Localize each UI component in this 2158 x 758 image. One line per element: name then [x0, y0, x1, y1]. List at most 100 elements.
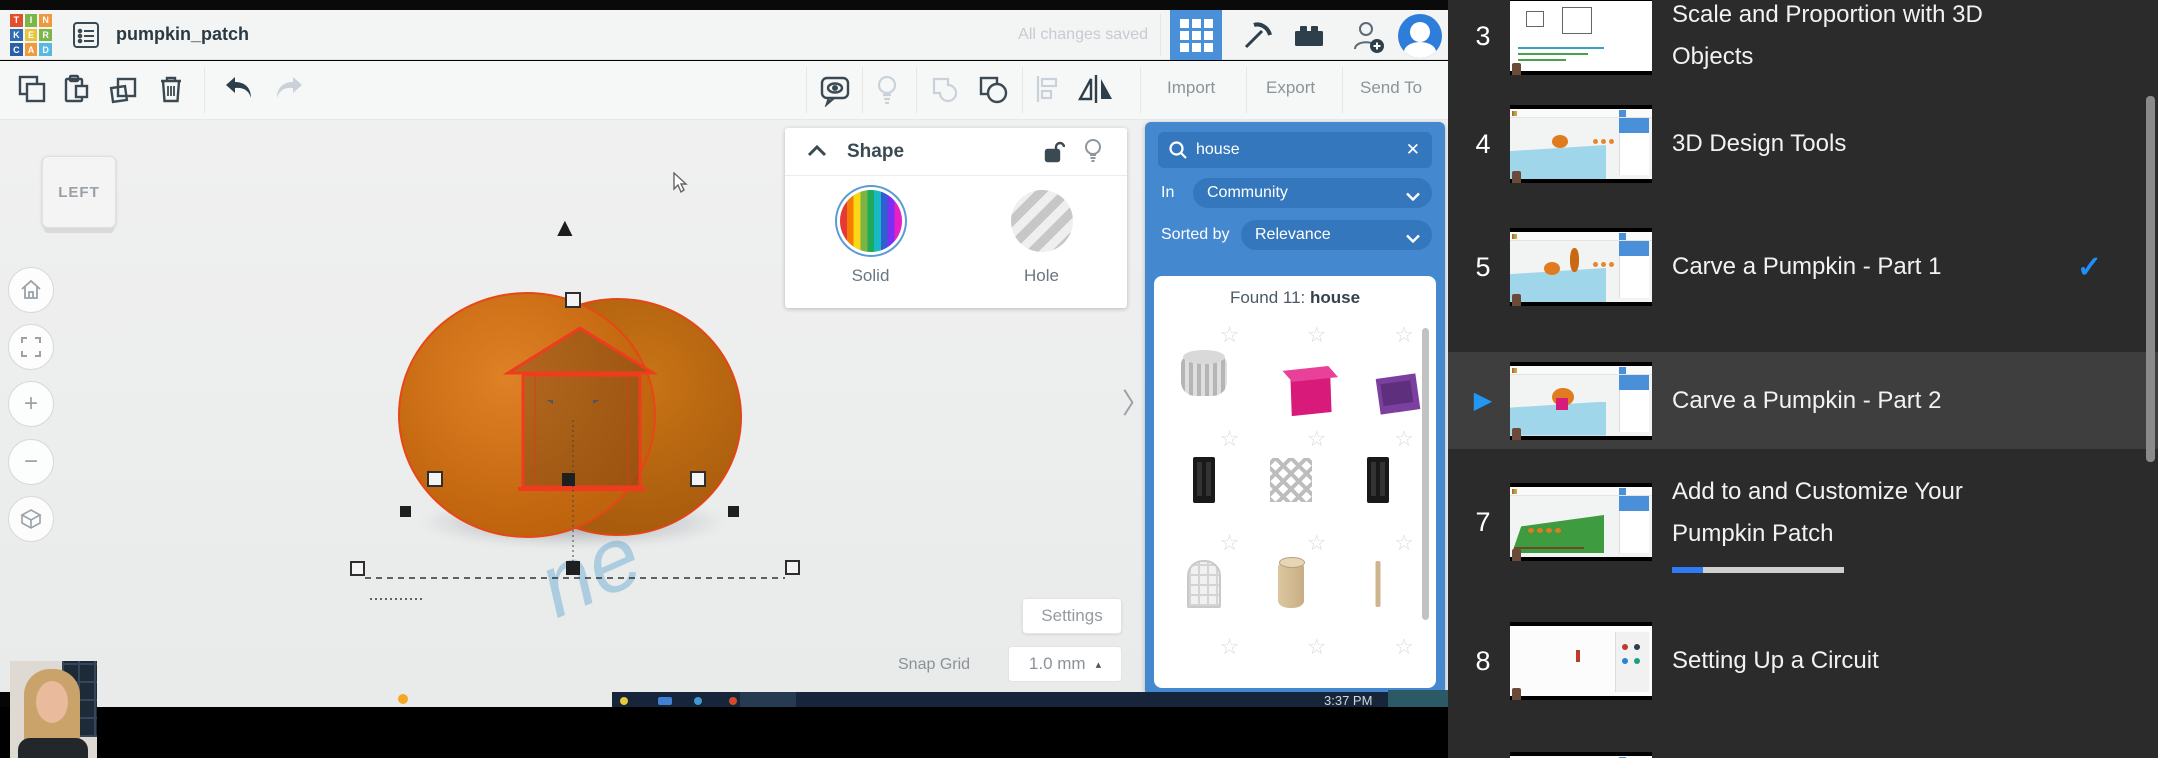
- favorite-star-icon[interactable]: ☆: [1220, 322, 1240, 348]
- result-item-purple-house[interactable]: ☆: [1335, 320, 1422, 424]
- user-avatar[interactable]: [1398, 14, 1442, 58]
- hole-option[interactable]: Hole: [1010, 190, 1073, 286]
- favorite-star-icon[interactable]: ☆: [1307, 426, 1327, 452]
- ground-handle-right[interactable]: [785, 560, 800, 575]
- copy-icon[interactable]: [16, 73, 50, 107]
- settings-button[interactable]: Settings: [1022, 598, 1122, 634]
- playlist-item-8[interactable]: 8 Setting Up a Circuit: [1448, 606, 2158, 716]
- toolbar-divider: [862, 67, 863, 113]
- solid-color-swatch[interactable]: [839, 190, 902, 252]
- viewcube-left-face[interactable]: LEFT: [42, 156, 116, 228]
- undo-icon[interactable]: [222, 73, 256, 107]
- favorite-star-icon[interactable]: ☆: [1220, 426, 1240, 452]
- height-handle-mid[interactable]: [562, 473, 575, 486]
- result-item-stick[interactable]: ☆: [1335, 528, 1422, 632]
- taskbar-orange-dot-icon: [398, 694, 408, 704]
- result-item-pink-house[interactable]: ☆: [1247, 320, 1334, 424]
- paste-icon[interactable]: [60, 73, 94, 107]
- result-item-ribbed-cylinder[interactable]: ☆: [1160, 320, 1247, 424]
- corner-handle-left[interactable]: [400, 506, 411, 517]
- delete-icon[interactable]: [156, 73, 190, 107]
- presenter-webcam: [10, 661, 97, 758]
- collapse-chevron-icon[interactable]: [807, 144, 827, 163]
- favorite-star-icon[interactable]: ☆: [1394, 322, 1414, 348]
- export-button[interactable]: Export: [1266, 78, 1315, 98]
- favorite-star-icon[interactable]: ☆: [1220, 530, 1240, 556]
- import-button[interactable]: Import: [1167, 78, 1215, 98]
- result-item-lattice[interactable]: ☆: [1247, 424, 1334, 528]
- clear-search-icon[interactable]: ✕: [1406, 140, 1420, 160]
- search-scope-dropdown[interactable]: Community: [1193, 178, 1432, 208]
- corner-handle-right[interactable]: [728, 506, 739, 517]
- favorite-star-icon[interactable]: ☆: [1394, 530, 1414, 556]
- snap-grid-dropdown[interactable]: 1.0 mm ▴: [1008, 646, 1122, 682]
- 3d-canvas[interactable]: ne LEFT + − ▲ Shape Solid Hole house ✕ I…: [0, 120, 1448, 758]
- solid-option[interactable]: Solid: [839, 190, 902, 286]
- panel-expand-chevron[interactable]: 〉: [1122, 382, 1150, 422]
- hole-swatch[interactable]: [1010, 190, 1073, 252]
- scale-handle-right[interactable]: [690, 471, 706, 487]
- group-icon[interactable]: [928, 73, 962, 107]
- result-item-door-2[interactable]: ☆: [1335, 424, 1422, 528]
- results-grid: ☆ ☆ ☆ ☆ ☆ ☆ ☆ ☆ ☆ ☆ ☆ ☆: [1160, 320, 1422, 688]
- design-properties-icon[interactable]: [72, 21, 100, 49]
- move-up-cone-handle[interactable]: ▲: [552, 214, 578, 240]
- lesson-title: Add to and Customize Your Pumpkin Patch: [1672, 478, 1963, 547]
- favorite-star-icon[interactable]: ☆: [1307, 322, 1327, 348]
- playlist-item-current[interactable]: ▶ Carve a Pumpkin - Part 2: [1448, 352, 2158, 449]
- avatar-head-shape: [1410, 22, 1430, 42]
- brick-builder-icon[interactable]: [1292, 23, 1326, 57]
- sort-dropdown[interactable]: Relevance: [1241, 220, 1432, 250]
- search-input[interactable]: house ✕: [1158, 132, 1432, 168]
- result-item-tan-cylinder[interactable]: ☆: [1247, 528, 1334, 632]
- playlist-item-7[interactable]: 7 Add to and Customize Your Pumpkin Patc…: [1448, 452, 2158, 592]
- favorite-star-icon[interactable]: ☆: [1394, 426, 1414, 452]
- scale-handle-top[interactable]: [565, 292, 581, 308]
- ungroup-icon[interactable]: [976, 73, 1010, 107]
- playlist-item-9[interactable]: 9: [1448, 736, 2158, 758]
- result-item-door[interactable]: ☆: [1160, 424, 1247, 528]
- lightbulb-icon[interactable]: [872, 73, 906, 107]
- home-view-button[interactable]: [8, 267, 54, 313]
- ground-handle-left[interactable]: [350, 561, 365, 576]
- align-icon[interactable]: [1032, 73, 1066, 107]
- result-item-arched-door[interactable]: ☆: [1160, 528, 1247, 632]
- minecraft-pickaxe-icon[interactable]: [1240, 19, 1274, 53]
- search-results-card: Found 11: house ☆ ☆ ☆ ☆ ☆ ☆ ☆ ☆ ☆ ☆ ☆ ☆: [1154, 276, 1436, 688]
- lesson-title: Setting Up a Circuit: [1672, 647, 1879, 674]
- favorite-star-icon[interactable]: ☆: [1394, 634, 1414, 660]
- result-item-partial[interactable]: ☆: [1160, 632, 1247, 688]
- fit-view-button[interactable]: [8, 324, 54, 370]
- unlock-icon[interactable]: [1043, 140, 1066, 169]
- scale-handle-left[interactable]: [427, 471, 443, 487]
- taskbar-app-icon: [658, 697, 672, 705]
- favorite-star-icon[interactable]: ☆: [1307, 634, 1327, 660]
- playlist-item-4[interactable]: 4 3D Design Tools: [1448, 96, 2158, 192]
- playlist-item-5[interactable]: 5 Carve a Pumpkin - Part 1 ✓: [1448, 212, 2158, 322]
- favorite-star-icon[interactable]: ☆: [1307, 530, 1327, 556]
- add-user-icon[interactable]: [1350, 19, 1384, 53]
- playlist-scrollbar[interactable]: [2146, 96, 2155, 462]
- favorite-star-icon[interactable]: ☆: [1220, 634, 1240, 660]
- tinkercad-logo[interactable]: TIN KER CAD: [10, 14, 52, 56]
- search-icon: [1169, 141, 1187, 159]
- notes-eye-icon[interactable]: [818, 73, 852, 108]
- shape-thumbnail: [1180, 350, 1227, 397]
- perspective-toggle-button[interactable]: [8, 496, 54, 542]
- zoom-in-button[interactable]: +: [8, 381, 54, 427]
- lesson-thumbnail: [1510, 752, 1652, 758]
- ground-handle-center[interactable]: [566, 561, 580, 575]
- mirror-icon[interactable]: [1076, 73, 1112, 107]
- duplicate-icon[interactable]: [106, 73, 140, 107]
- hide-lightbulb-icon[interactable]: [1083, 138, 1103, 170]
- result-item-partial-green[interactable]: ☆: [1247, 632, 1334, 688]
- dashboard-grid-button[interactable]: [1170, 10, 1222, 60]
- tinkercad-toolbar: Import Export Send To: [0, 61, 1448, 120]
- redo-icon[interactable]: [272, 73, 306, 107]
- result-item-partial-2[interactable]: ☆: [1335, 632, 1422, 688]
- results-scrollbar[interactable]: [1422, 328, 1429, 620]
- playlist-item-3[interactable]: 3 Scale and Proportion with 3D Objects: [1448, 0, 2158, 98]
- zoom-out-button[interactable]: −: [8, 439, 54, 485]
- send-to-button[interactable]: Send To: [1360, 78, 1422, 98]
- chevron-down-icon: [1406, 188, 1420, 206]
